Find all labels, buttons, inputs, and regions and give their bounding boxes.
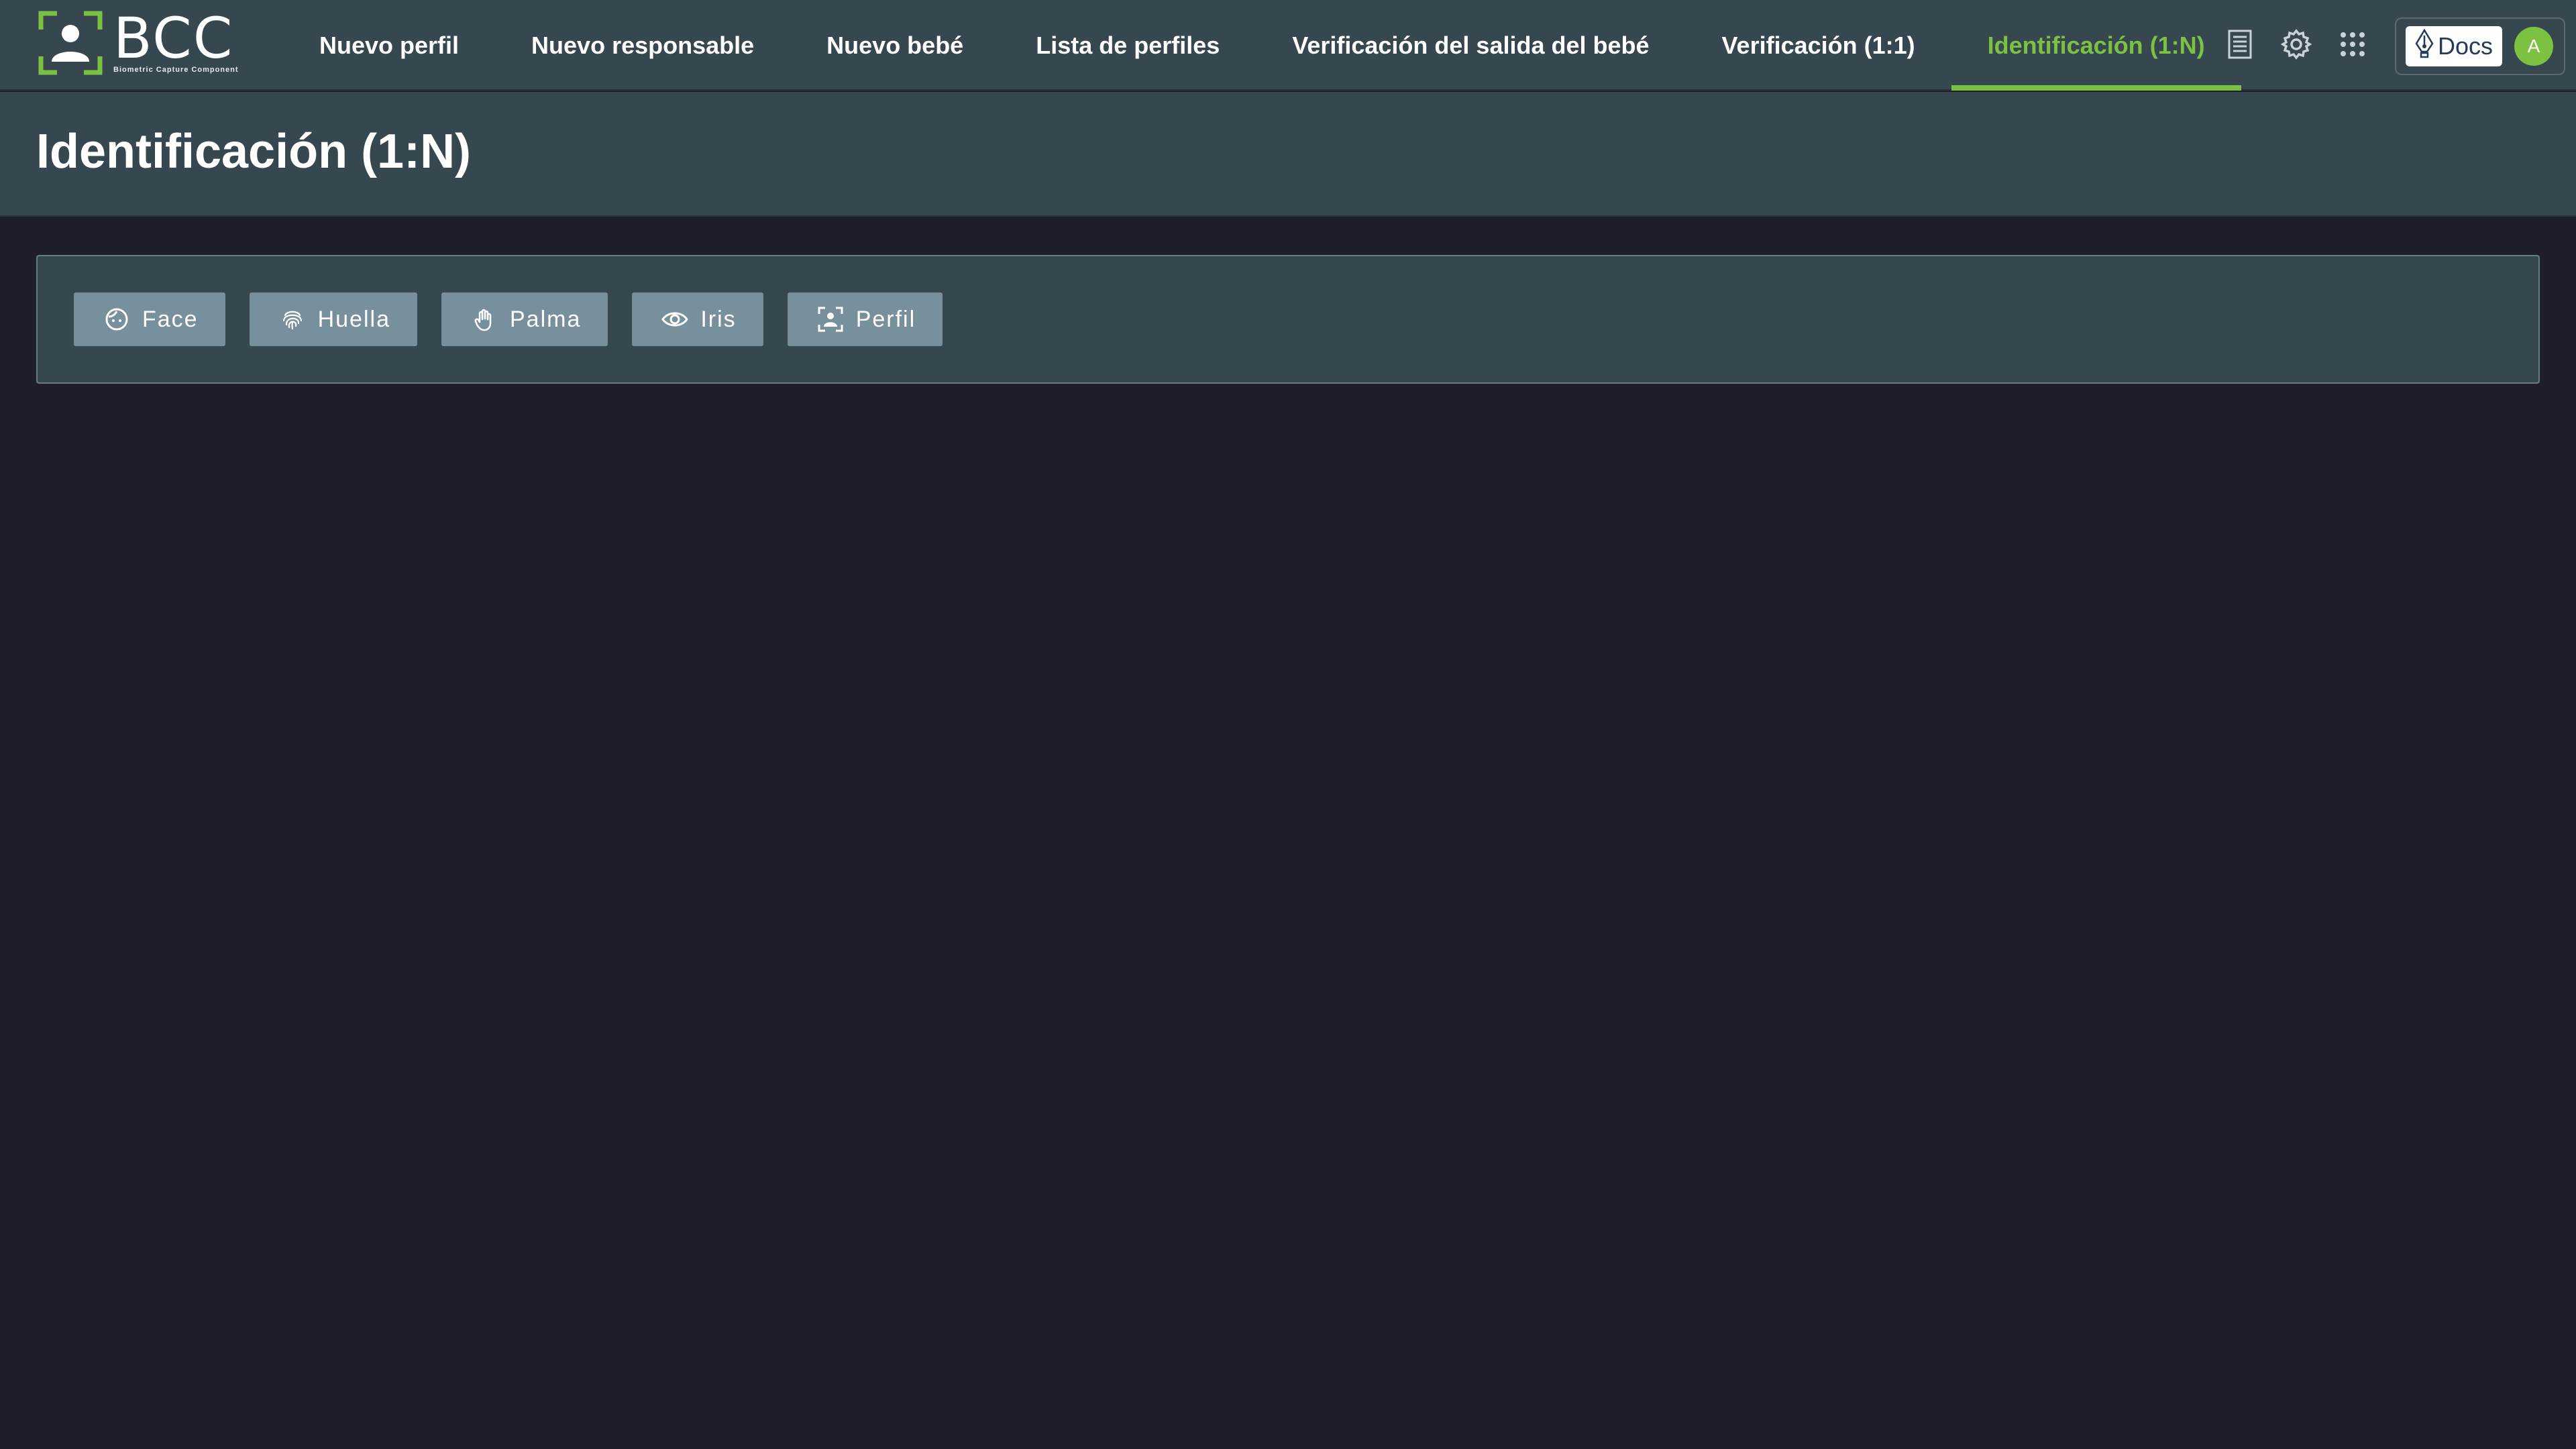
- docs-user-group: Docs A: [2395, 17, 2565, 75]
- pen-nib-icon: [2415, 28, 2434, 64]
- fingerprint-icon: [279, 306, 306, 333]
- perfil-button-label: Perfil: [855, 306, 916, 332]
- brand-text: BCC Biometric Capture Component: [113, 5, 239, 74]
- nav-item-verificacion-1-1[interactable]: Verificación (1:1): [1686, 0, 1951, 91]
- nav-item-verificacion-salida-bebe[interactable]: Verificación del salida del bebé: [1256, 0, 1685, 91]
- document-list-icon[interactable]: [2220, 25, 2259, 64]
- iris-button[interactable]: Iris: [632, 292, 763, 346]
- palma-button-label: Palma: [509, 306, 582, 332]
- avatar[interactable]: A: [2514, 27, 2553, 66]
- brand-logo[interactable]: BCC Biometric Capture Component: [37, 9, 241, 76]
- gear-icon[interactable]: [2277, 25, 2316, 64]
- iris-button-label: Iris: [700, 306, 737, 332]
- palma-button[interactable]: Palma: [441, 292, 608, 346]
- page-header: Identificación (1:N): [0, 92, 2576, 217]
- page-title: Identificación (1:N): [36, 125, 472, 178]
- modality-button-group: Face Huella Palma Iris Perfil: [74, 292, 943, 346]
- eye-icon: [661, 306, 689, 333]
- docs-label: Docs: [2437, 32, 2493, 60]
- toolbar-icons: [2220, 20, 2372, 68]
- main-nav: Nuevo perfil Nuevo responsable Nuevo beb…: [283, 0, 2241, 91]
- nav-item-nuevo-perfil[interactable]: Nuevo perfil: [283, 0, 495, 91]
- face-button[interactable]: Face: [74, 292, 225, 346]
- docs-button[interactable]: Docs: [2406, 26, 2502, 66]
- huella-button-label: Huella: [317, 306, 390, 332]
- apps-grid-icon[interactable]: [2333, 25, 2372, 64]
- user-frame-icon: [37, 9, 104, 76]
- perfil-button[interactable]: Perfil: [787, 292, 943, 346]
- huella-button[interactable]: Huella: [249, 292, 417, 346]
- brand-name: BCC: [113, 5, 234, 71]
- brand-tagline: Biometric Capture Component: [113, 66, 239, 74]
- nav-item-nuevo-bebe[interactable]: Nuevo bebé: [790, 0, 1000, 91]
- modality-panel: Face Huella Palma Iris Perfil: [36, 255, 2540, 384]
- nav-item-nuevo-responsable[interactable]: Nuevo responsable: [495, 0, 790, 91]
- palm-icon: [471, 306, 498, 333]
- top-navigation-bar: BCC Biometric Capture Component Nuevo pe…: [0, 0, 2576, 91]
- profile-scan-icon: [817, 306, 844, 333]
- face-button-label: Face: [142, 306, 199, 332]
- nav-item-lista-de-perfiles[interactable]: Lista de perfiles: [1000, 0, 1256, 91]
- face-icon: [103, 306, 130, 333]
- nav-item-identificacion-1-n[interactable]: Identificación (1:N): [1951, 0, 2241, 91]
